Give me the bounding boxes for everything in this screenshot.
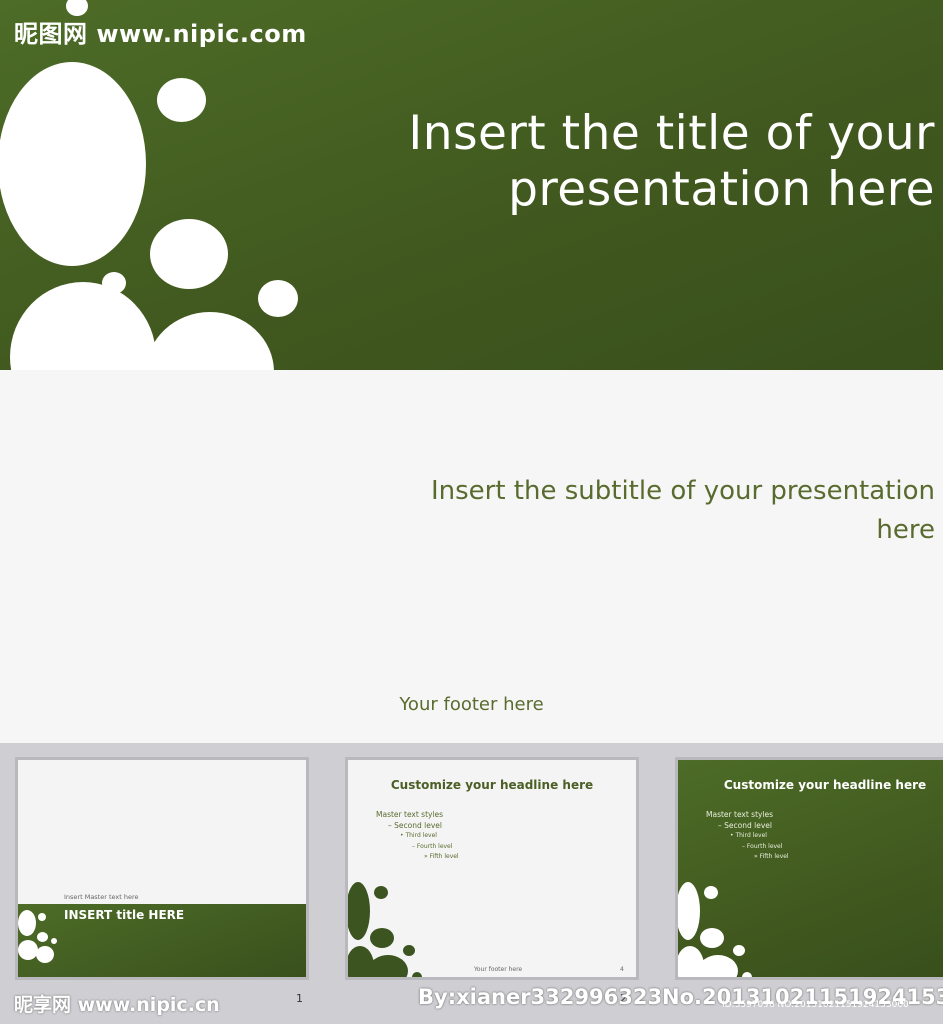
bullet-level-1: Master text styles xyxy=(376,810,444,819)
bullet-level-4: – Fourth level xyxy=(742,842,783,850)
bullet-level-2: – Second level xyxy=(718,820,772,830)
bubble-decoration xyxy=(258,280,298,317)
bubble-decoration xyxy=(38,913,46,921)
bubble-decoration xyxy=(51,938,57,944)
bubble-decoration xyxy=(678,882,700,940)
main-slide-preview[interactable]: Insert the title of your presentation he… xyxy=(0,0,943,743)
thumbnail-slide-3[interactable]: Customize your headline here Master text… xyxy=(675,757,943,980)
bullet-level-3: • Third level xyxy=(400,832,437,839)
watermark-bottom-logo: 昵享网 www.nipic.cn xyxy=(14,994,220,1016)
bubble-decoration xyxy=(36,946,54,963)
watermark-author: By:xianer332996323 xyxy=(418,985,663,1009)
bullet-level-5: » Fifth level xyxy=(424,853,459,860)
slide-footer: Your footer here xyxy=(399,694,544,715)
bubble-decoration xyxy=(0,62,146,266)
bubble-decoration xyxy=(403,945,415,956)
thumb-title: INSERT title HERE xyxy=(64,908,185,922)
bullet-level-2: – Second level xyxy=(388,820,442,830)
bubble-decoration xyxy=(37,932,48,942)
thumbnail-slide-2[interactable]: Customize your headline here Master text… xyxy=(345,757,639,980)
bullet-level-4: – Fourth level xyxy=(412,842,453,850)
bubble-decoration xyxy=(348,882,370,940)
thumb-bullet-list: Master text styles – Second level • Thir… xyxy=(706,810,789,863)
bubble-decoration xyxy=(157,78,206,122)
thumb-page-number: 4 xyxy=(620,966,624,973)
bubble-decoration xyxy=(704,886,718,899)
title-banner: Insert the title of your presentation he… xyxy=(0,0,943,370)
bubble-decoration xyxy=(146,312,274,370)
bubble-decoration xyxy=(742,972,752,977)
bubble-decoration xyxy=(412,972,422,977)
watermark-id: ID:3597096 NO:20131021151924153000 xyxy=(722,1000,909,1010)
bubble-decoration xyxy=(150,219,228,289)
bubble-decoration xyxy=(370,928,394,948)
bullet-level-1: Master text styles xyxy=(706,810,774,819)
thumb-small-text: Insert Master text here xyxy=(64,893,139,901)
thumb-bullet-list: Master text styles – Second level • Thir… xyxy=(376,810,459,863)
bubble-decoration xyxy=(18,910,36,936)
bubble-decoration xyxy=(698,955,738,977)
bubble-decoration xyxy=(733,945,745,956)
thumb-headline: Customize your headline here xyxy=(390,778,594,792)
bullet-level-5: » Fifth level xyxy=(754,853,789,860)
slide-title: Insert the title of your presentation he… xyxy=(408,106,935,217)
watermark-logo: 昵图网 www.nipic.com xyxy=(14,20,307,48)
bubble-decoration xyxy=(700,928,724,948)
thumb-footer: Your footer here xyxy=(474,966,523,973)
bubble-decoration xyxy=(10,282,156,370)
slide-subtitle: Insert the subtitle of your presentation… xyxy=(430,476,935,545)
bubble-decoration xyxy=(374,886,388,899)
bullet-level-3: • Third level xyxy=(730,832,767,839)
bubble-decoration xyxy=(18,940,38,960)
thumbnail-slide-1[interactable]: Insert Master text here INSERT title HER… xyxy=(15,757,309,980)
slide-number: 1 xyxy=(296,992,303,1005)
bubble-decoration xyxy=(368,955,408,977)
thumb-headline: Customize your headline here xyxy=(723,778,927,792)
